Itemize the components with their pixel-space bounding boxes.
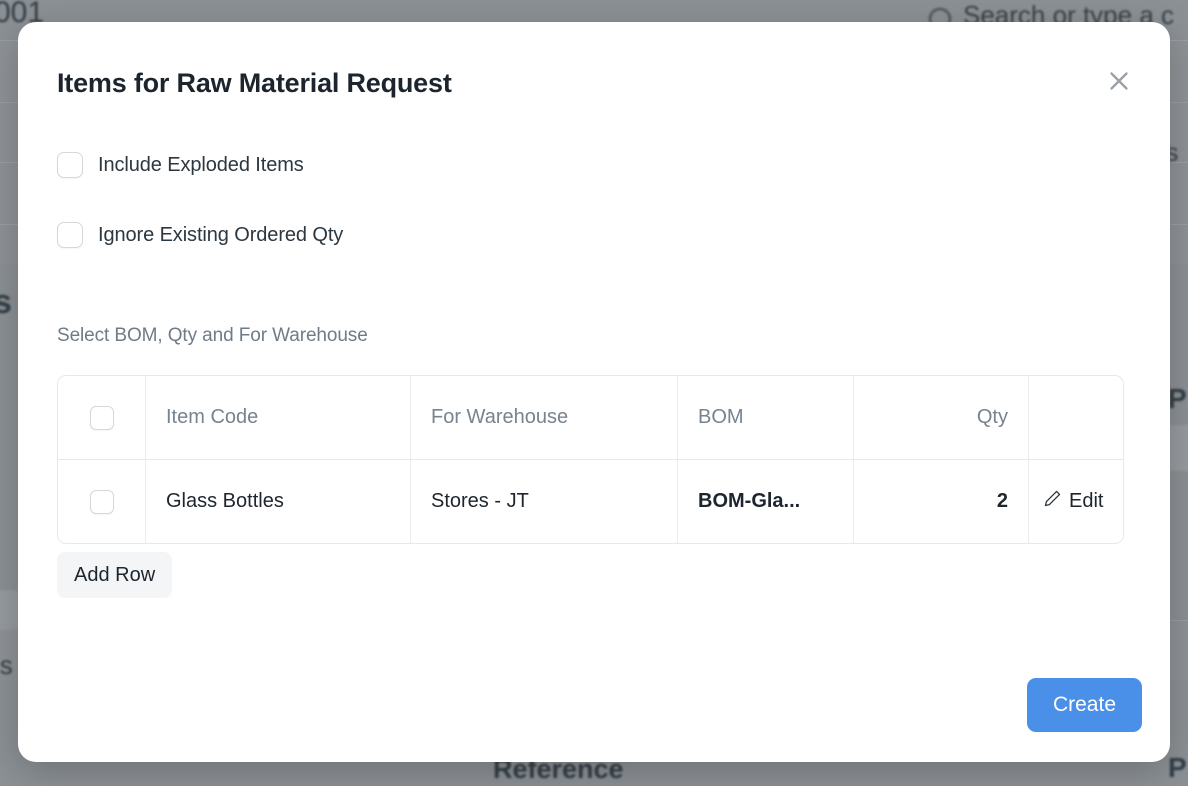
column-header-actions: [1029, 376, 1124, 459]
close-icon[interactable]: [1100, 62, 1138, 100]
edit-row-label: Edit: [1069, 490, 1103, 513]
cell-for-warehouse[interactable]: Stores - JT: [411, 460, 678, 543]
items-table: Item Code For Warehouse BOM Qty Glass Bo…: [57, 375, 1124, 544]
ignore-existing-ordered-qty-label: Ignore Existing Ordered Qty: [98, 224, 343, 247]
row-select-checkbox[interactable]: [90, 490, 114, 514]
background-bold-fragment: s: [0, 283, 12, 322]
include-exploded-items-checkbox[interactable]: [57, 152, 83, 178]
include-exploded-items-checkbox-row[interactable]: Include Exploded Items: [57, 152, 304, 178]
column-header-for-warehouse: For Warehouse: [411, 376, 678, 459]
background-p-fragment-2: P: [1168, 752, 1187, 784]
pencil-icon: [1043, 489, 1062, 514]
select-all-cell[interactable]: [58, 376, 146, 459]
column-header-bom: BOM: [678, 376, 854, 459]
cell-item-code[interactable]: Glass Bottles: [146, 460, 411, 543]
column-header-qty: Qty: [854, 376, 1029, 459]
background-is-fragment: is: [0, 650, 13, 681]
table-header-row: Item Code For Warehouse BOM Qty: [58, 376, 1123, 460]
column-header-item-code: Item Code: [146, 376, 411, 459]
add-row-button[interactable]: Add Row: [57, 552, 172, 598]
background-p-fragment-1: P: [1168, 383, 1187, 415]
table-row[interactable]: Glass Bottles Stores - JT BOM-Gla... 2 E…: [58, 460, 1123, 543]
select-all-checkbox[interactable]: [90, 406, 114, 430]
ignore-existing-ordered-qty-checkbox[interactable]: [57, 222, 83, 248]
cell-qty[interactable]: 2: [854, 460, 1029, 543]
items-for-raw-material-request-dialog: Items for Raw Material Request Include E…: [18, 22, 1170, 762]
section-label: Select BOM, Qty and For Warehouse: [57, 325, 368, 347]
row-select-cell[interactable]: [58, 460, 146, 543]
ignore-existing-ordered-qty-checkbox-row[interactable]: Ignore Existing Ordered Qty: [57, 222, 343, 248]
edit-row-button[interactable]: Edit: [1029, 460, 1124, 543]
create-button[interactable]: Create: [1027, 678, 1142, 732]
dialog-title: Items for Raw Material Request: [57, 68, 452, 99]
include-exploded-items-label: Include Exploded Items: [98, 154, 304, 177]
cell-bom[interactable]: BOM-Gla...: [678, 460, 854, 543]
